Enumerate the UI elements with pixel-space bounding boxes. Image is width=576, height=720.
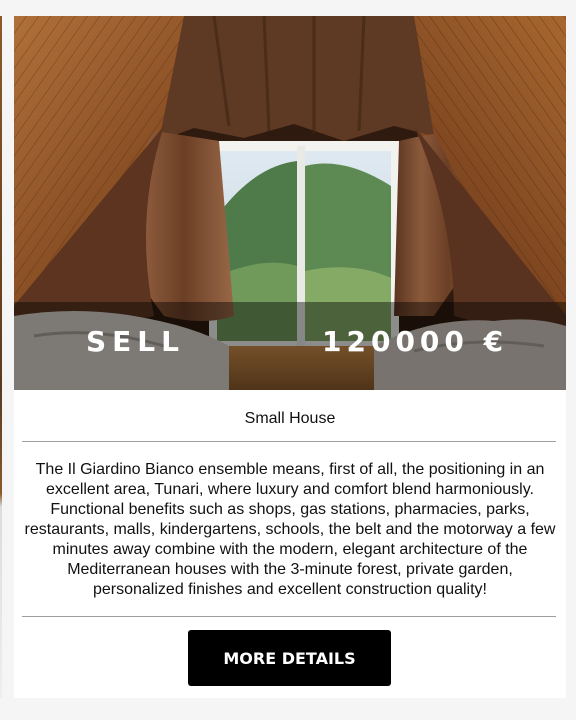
property-card: SELL 120000 € Small House The Il Giardin… <box>14 16 566 698</box>
description-divider <box>22 616 556 617</box>
more-details-button[interactable]: MORE DETAILS <box>188 630 391 686</box>
previous-card-edge <box>0 16 2 698</box>
listing-description: The Il Giardino Bianco ensemble means, f… <box>24 461 556 598</box>
listing-title: Small House <box>244 410 336 427</box>
price-label: 120000 € <box>322 325 509 358</box>
title-divider <box>22 441 556 442</box>
deal-type-label: SELL <box>86 325 185 358</box>
